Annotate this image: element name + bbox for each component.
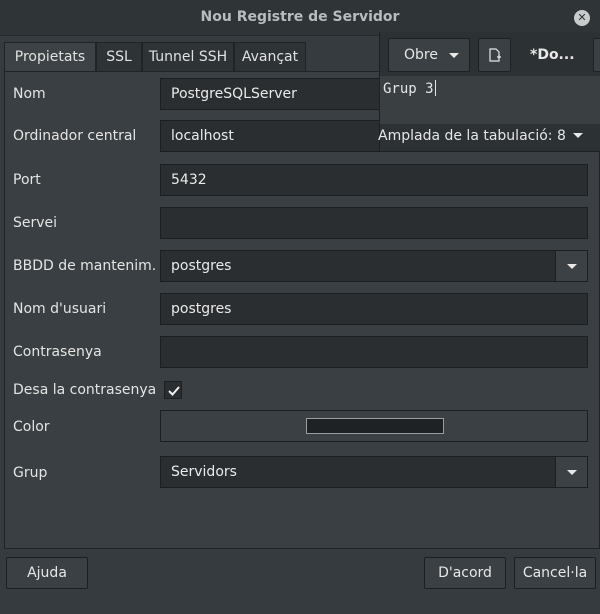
color-button[interactable] <box>160 410 588 442</box>
servei-field[interactable] <box>160 207 588 239</box>
bbdd-combo[interactable]: postgres <box>160 250 588 282</box>
tab-tunnel-ssh[interactable]: Tunnel SSH <box>142 42 234 72</box>
editor-menu-button[interactable] <box>593 38 600 72</box>
chevron-down-icon <box>567 470 577 475</box>
grup-combo[interactable]: Servidors <box>160 456 588 488</box>
chevron-down-icon <box>572 133 583 138</box>
tab-width-label: Amplada de la tabulació: 8 <box>378 128 566 144</box>
open-button-label: Obre <box>404 47 438 63</box>
window-title: Nou Registre de Servidor <box>200 9 400 25</box>
text-caret <box>434 80 436 96</box>
help-button[interactable]: Ajuda <box>6 557 88 589</box>
checkmark-icon <box>168 386 180 396</box>
servei-label: Servei <box>13 215 58 231</box>
contrasenya-label: Contrasenya <box>13 344 102 360</box>
grup-value: Servidors <box>171 464 237 480</box>
usuari-label: Nom d'usuari <box>13 301 107 317</box>
text-editor-window: Obre *Do... Grup 3 Amplada de la tabulac… <box>378 32 600 152</box>
port-label: Port <box>13 172 41 188</box>
editor-text: Grup 3 <box>383 81 434 97</box>
bbdd-label: BBDD de mantenim. <box>13 258 157 274</box>
port-field[interactable]: 5432 <box>160 164 588 196</box>
open-button[interactable]: Obre <box>388 38 470 72</box>
usuari-field[interactable]: postgres <box>160 293 588 325</box>
ok-button[interactable]: D'acord <box>424 557 506 589</box>
contrasenya-field[interactable] <box>160 336 588 368</box>
tab-propietats[interactable]: Propietats <box>4 42 96 72</box>
chevron-down-icon <box>567 264 577 269</box>
new-document-button[interactable] <box>478 38 511 72</box>
host-label: Ordinador central <box>13 128 137 144</box>
editor-text-area[interactable]: Grup 3 <box>380 76 600 124</box>
bbdd-value: postgres <box>171 258 232 274</box>
grup-dropdown-button[interactable] <box>555 457 587 487</box>
grup-label: Grup <box>13 465 48 481</box>
desa-checkbox[interactable] <box>164 381 182 399</box>
close-icon[interactable]: ✕ <box>574 10 590 26</box>
document-title: *Do... <box>530 47 575 63</box>
window-titlebar: Nou Registre de Servidor ✕ <box>0 0 600 36</box>
bbdd-dropdown-button[interactable] <box>555 251 587 281</box>
cancel-button[interactable]: Cancel·la <box>514 557 596 589</box>
tab-width-selector[interactable]: Amplada de la tabulació: 8 <box>378 128 583 144</box>
color-label: Color <box>13 419 50 435</box>
nom-label: Nom <box>13 86 46 102</box>
chevron-down-icon <box>449 53 459 58</box>
new-document-icon <box>489 48 501 62</box>
desa-label: Desa la contrasenya <box>13 382 157 398</box>
tab-ssl[interactable]: SSL <box>96 42 142 72</box>
color-swatch <box>306 418 444 434</box>
tab-avancat[interactable]: Avançat <box>234 42 306 72</box>
